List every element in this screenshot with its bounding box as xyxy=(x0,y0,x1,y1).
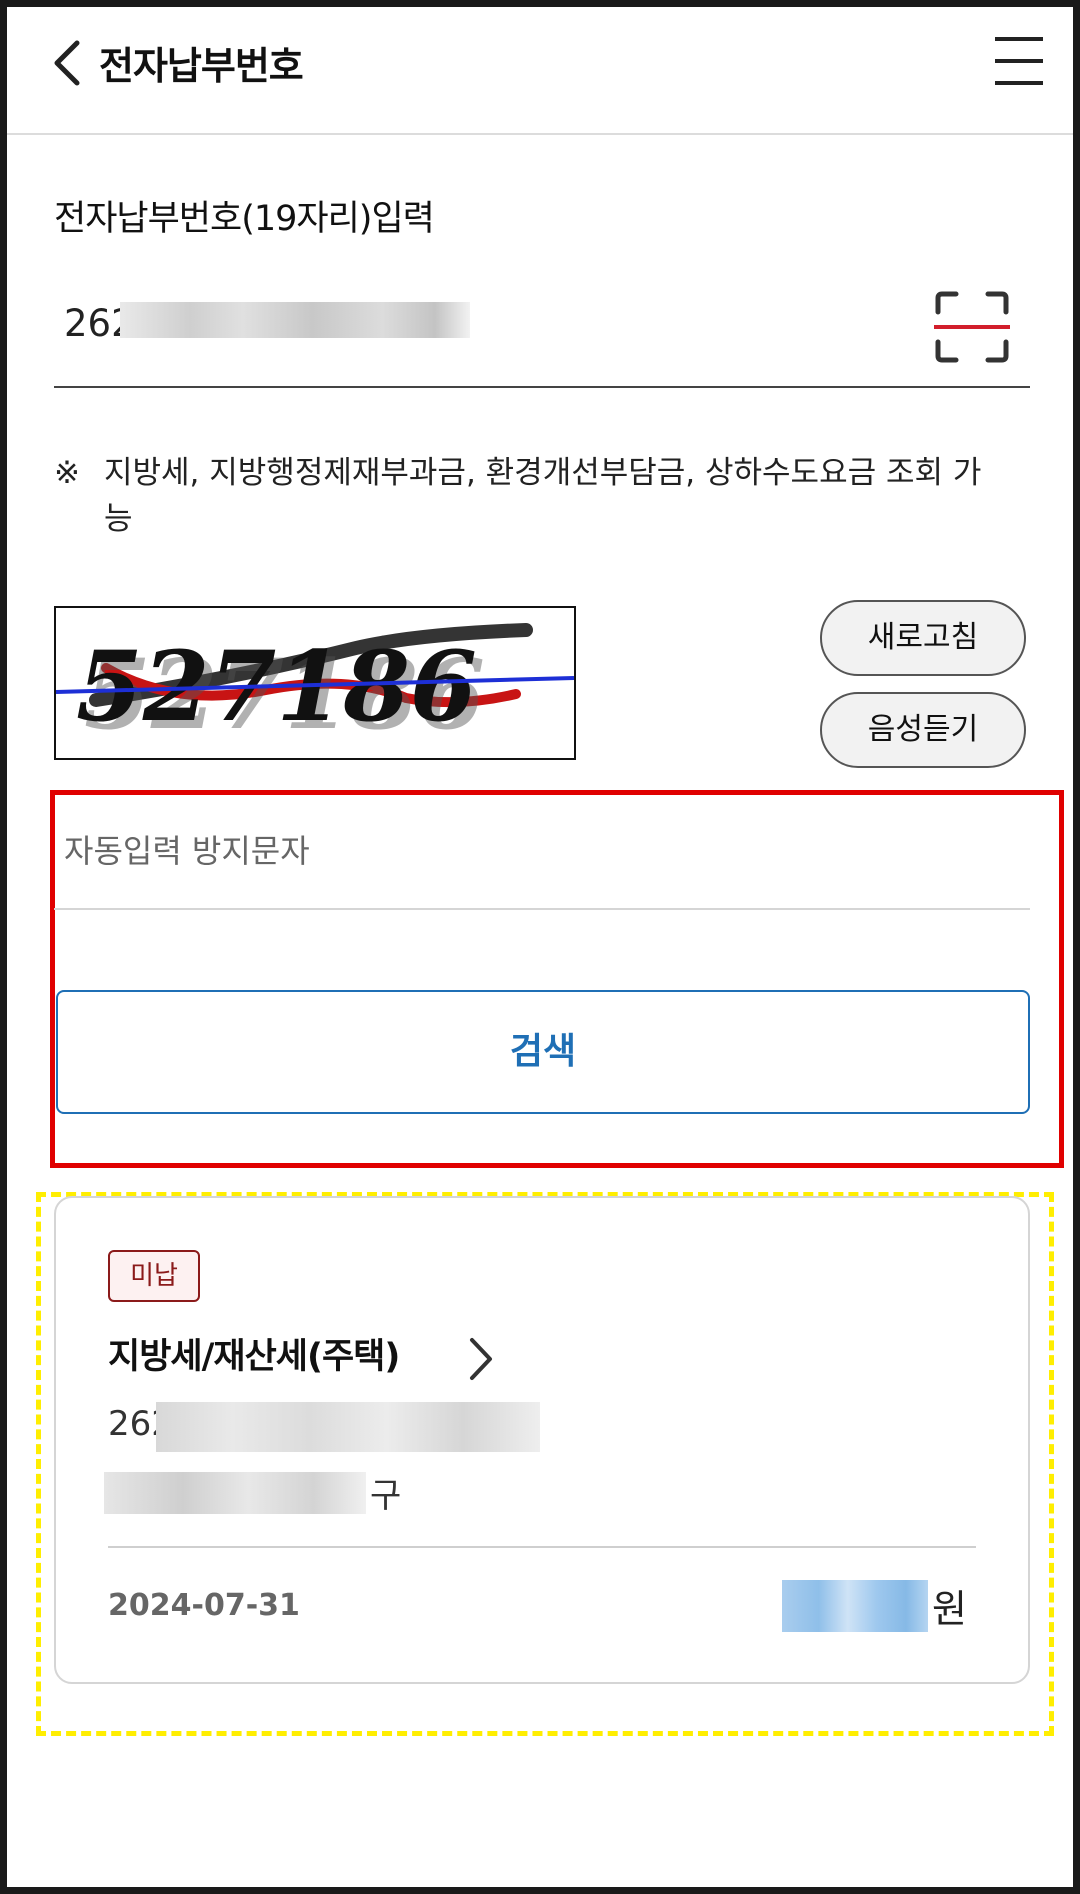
note-mark: ※ xyxy=(54,455,80,491)
masked-number xyxy=(120,302,470,338)
refresh-captcha-button[interactable]: 새로고침 xyxy=(820,600,1026,676)
captcha-input-placeholder: 자동입력 방지문자 xyxy=(64,832,310,870)
captcha-graphic: 527186 527186 xyxy=(56,623,574,751)
hamburger-menu-icon[interactable] xyxy=(993,33,1045,89)
chevron-left-icon[interactable] xyxy=(43,33,95,93)
region-suffix: 구 xyxy=(370,1476,402,1516)
amount-unit: 원 xyxy=(932,1587,967,1631)
note-text: 지방세, 지방행정제재부과금, 환경개선부담금, 상하수도요금 조회 가능 xyxy=(104,455,982,537)
payment-number-field[interactable]: 262 xyxy=(54,290,1030,388)
payment-number-label: 전자납부번호(19자리)입력 xyxy=(54,199,435,239)
search-button[interactable]: 검색 xyxy=(56,990,1030,1114)
captcha-input[interactable]: 자동입력 방지문자 xyxy=(54,820,1030,910)
voice-captcha-button[interactable]: 음성듣기 xyxy=(820,692,1026,768)
barcode-scan-icon[interactable] xyxy=(934,290,1010,364)
masked-account xyxy=(156,1402,540,1452)
app-header: 전자납부번호 xyxy=(7,7,1073,135)
card-divider xyxy=(108,1546,976,1548)
tax-title[interactable]: 지방세/재산세(주택) xyxy=(108,1328,400,1379)
captcha-image: 527186 527186 xyxy=(54,606,576,760)
masked-region xyxy=(104,1472,366,1514)
page-title: 전자납부번호 xyxy=(99,44,304,88)
masked-amount xyxy=(782,1580,928,1632)
result-card[interactable]: 미납 지방세/재산세(주택) 262 구 2024-07-31 원 xyxy=(54,1196,1030,1684)
chevron-right-icon[interactable] xyxy=(464,1334,498,1384)
due-date: 2024-07-31 xyxy=(108,1588,300,1623)
status-badge: 미납 xyxy=(108,1250,200,1302)
